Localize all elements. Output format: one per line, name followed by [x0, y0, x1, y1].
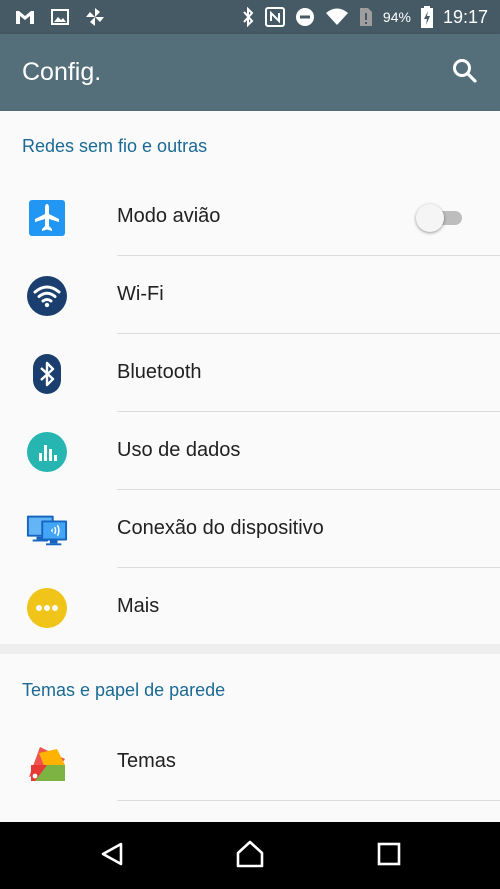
bluetooth-icon — [26, 353, 68, 395]
device-connection-icon — [26, 509, 68, 551]
more-icon — [26, 587, 68, 629]
toggle-thumb — [416, 204, 444, 232]
themes-icon — [26, 742, 68, 784]
setting-label: Bluetooth — [117, 361, 202, 383]
navigation-bar — [0, 822, 500, 889]
pinwheel-icon — [84, 6, 106, 28]
nfc-icon — [264, 7, 285, 27]
setting-item-data-usage[interactable]: Uso de dados — [0, 412, 500, 490]
setting-label: Conexão do dispositivo — [117, 517, 324, 539]
wifi-icon — [26, 275, 68, 317]
setting-label: Temas — [117, 750, 176, 772]
section-divider — [0, 644, 500, 654]
home-button[interactable] — [234, 840, 266, 872]
image-icon — [50, 8, 70, 26]
home-icon — [235, 840, 265, 873]
airplane-mode-toggle[interactable] — [416, 202, 464, 232]
setting-label: Mais — [117, 595, 160, 617]
themes-wallpaper-section: Temas e papel de parede Temas — [0, 654, 500, 822]
setting-item-bluetooth[interactable]: Bluetooth — [0, 334, 500, 412]
setting-label: Wi-Fi — [117, 283, 164, 305]
clock: 19:17 — [442, 6, 488, 27]
setting-item-wifi[interactable]: Wi-Fi — [0, 256, 500, 334]
setting-item-airplane-mode[interactable]: Modo avião — [0, 178, 500, 256]
recents-button[interactable] — [373, 840, 405, 872]
search-icon — [452, 58, 478, 89]
do-not-disturb-icon — [295, 7, 315, 27]
data-usage-icon — [26, 431, 68, 473]
sim-alert-icon — [359, 7, 373, 27]
back-icon — [99, 841, 125, 872]
setting-item-more[interactable]: Mais — [0, 568, 500, 646]
divider — [117, 800, 500, 801]
setting-item-themes[interactable]: Temas — [0, 723, 500, 801]
app-bar: Config. — [0, 34, 500, 111]
system-icons: 94% 19:17 — [241, 6, 488, 28]
battery-percent: 94% — [382, 9, 411, 25]
section-header: Redes sem fio e outras — [22, 136, 208, 156]
setting-item-device-connection[interactable]: Conexão do dispositivo — [0, 490, 500, 568]
wifi-icon — [325, 7, 349, 27]
back-button[interactable] — [96, 840, 128, 872]
battery-charging-icon — [420, 6, 433, 28]
recents-icon — [377, 842, 401, 871]
status-bar: 94% 19:17 — [0, 0, 500, 34]
setting-label: Modo avião — [117, 205, 221, 227]
setting-label: Uso de dados — [117, 439, 241, 461]
airplane-icon — [26, 197, 68, 239]
gmail-icon — [14, 8, 36, 26]
page-title: Config. — [22, 58, 102, 86]
notification-icons — [14, 6, 106, 28]
wireless-networks-section: Redes sem fio e outras Modo avião Wi-Fi — [0, 111, 500, 644]
bluetooth-icon — [241, 7, 255, 27]
section-header: Temas e papel de parede — [22, 680, 226, 700]
search-button[interactable] — [450, 58, 480, 88]
